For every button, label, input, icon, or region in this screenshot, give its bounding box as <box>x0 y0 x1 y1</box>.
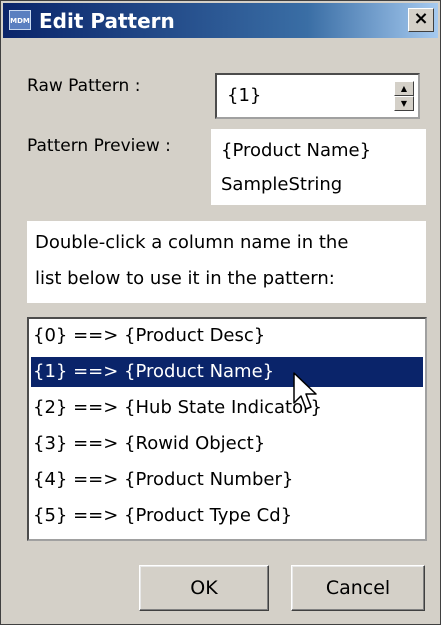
edit-pattern-dialog: MDM Edit Pattern × Raw Pattern : {1} ▲ ▼… <box>0 0 441 625</box>
title-bar[interactable]: MDM Edit Pattern × <box>3 3 438 38</box>
dialog-title: Edit Pattern <box>39 9 175 33</box>
mdm-app-icon: MDM <box>9 10 31 30</box>
instructions-line-1: Double-click a column name in the <box>35 232 349 253</box>
instructions-box: Double-click a column name in the list b… <box>27 221 426 303</box>
pattern-preview-box: {Product Name} SampleString <box>211 129 426 205</box>
list-item-selected[interactable]: {1} ==> {Product Name} <box>31 357 423 387</box>
mouse-pointer-icon <box>293 372 317 410</box>
list-item[interactable]: {3} ==> {Rowid Object} <box>31 429 423 459</box>
scroll-down-button[interactable]: ▼ <box>394 96 414 111</box>
raw-pattern-scroller[interactable]: ▲ ▼ <box>394 81 414 111</box>
list-item[interactable]: {5} ==> {Product Type Cd} <box>31 501 423 531</box>
list-item[interactable]: {2} ==> {Hub State Indicator} <box>31 393 423 423</box>
close-button[interactable]: × <box>408 8 434 32</box>
raw-pattern-value[interactable]: {1} <box>227 85 261 106</box>
pattern-preview-label: Pattern Preview : <box>27 136 171 156</box>
scroll-up-button[interactable]: ▲ <box>394 81 414 96</box>
list-item[interactable]: {4} ==> {Product Number} <box>31 465 423 495</box>
preview-line-1: {Product Name} <box>221 140 372 161</box>
preview-line-2: SampleString <box>221 174 343 195</box>
ok-button[interactable]: OK <box>139 565 269 611</box>
list-item[interactable]: {0} ==> {Product Desc} <box>31 321 423 351</box>
column-list[interactable]: {0} ==> {Product Desc} {1} ==> {Product … <box>27 317 427 541</box>
raw-pattern-label: Raw Pattern : <box>27 76 141 96</box>
cancel-button[interactable]: Cancel <box>291 565 425 611</box>
raw-pattern-input[interactable]: {1} ▲ ▼ <box>215 73 420 119</box>
instructions-line-2: list below to use it in the pattern: <box>35 268 335 289</box>
